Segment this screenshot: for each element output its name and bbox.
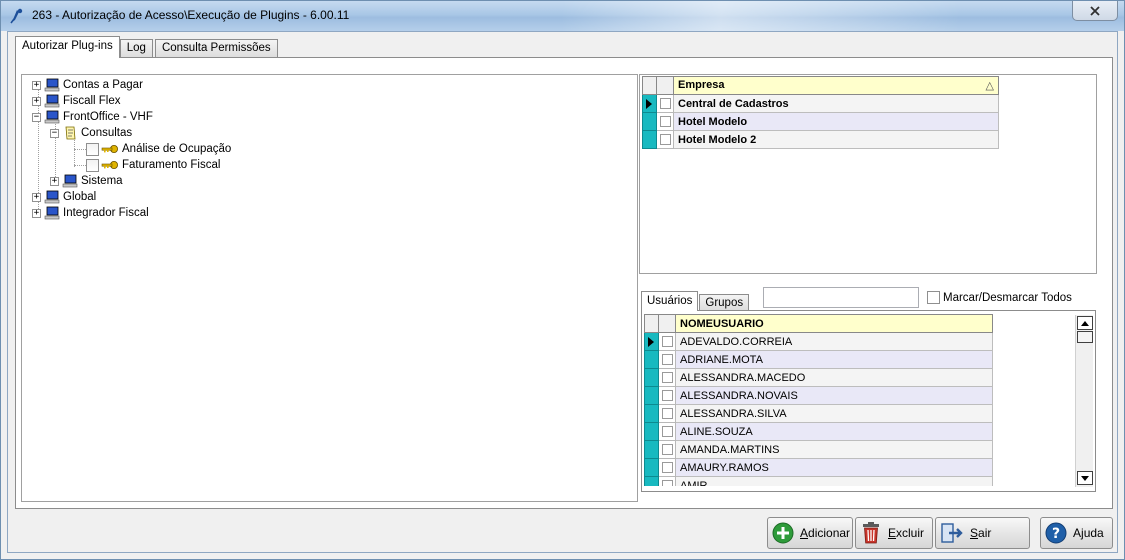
- table-row[interactable]: ADEVALDO.CORREIA: [644, 332, 993, 351]
- add-icon: [772, 522, 794, 544]
- table-row[interactable]: Hotel Modelo 2: [642, 130, 999, 149]
- exit-icon: [941, 523, 963, 543]
- tree-item-frontoffice-vhf[interactable]: − FrontOffice - VHF: [32, 109, 153, 125]
- row-checkbox[interactable]: [661, 462, 673, 474]
- row-checkbox[interactable]: [661, 354, 673, 366]
- key-icon: [101, 145, 118, 153]
- tree-item-integrador-fiscal[interactable]: + Integrador Fiscal: [32, 205, 149, 221]
- user-search-input[interactable]: [763, 287, 919, 308]
- row-checkbox[interactable]: [661, 480, 673, 486]
- users-grid-viewport[interactable]: NOMEUSUARIO ADEVALDO.CORREIA ADRIANE.MOT…: [644, 314, 1076, 486]
- app-window: 263 - Autorização de Acesso\Execução de …: [0, 0, 1125, 560]
- table-row[interactable]: AMAURY.RAMOS: [644, 458, 993, 477]
- row-checkbox[interactable]: [661, 372, 673, 384]
- computer-icon: [44, 206, 60, 220]
- table-row[interactable]: ALINE.SOUZA: [644, 422, 993, 441]
- plugin-checkbox[interactable]: [86, 158, 99, 172]
- table-row[interactable]: ALESSANDRA.MACEDO: [644, 368, 993, 387]
- adicionar-button[interactable]: Adicionar: [767, 517, 853, 549]
- mark-all-checkbox[interactable]: Marcar/Desmarcar Todos: [927, 291, 1072, 304]
- table-row[interactable]: ALESSANDRA.NOVAIS: [644, 386, 993, 405]
- row-checkbox[interactable]: [661, 390, 673, 402]
- tree-item-contas-a-pagar[interactable]: + Contas a Pagar: [32, 77, 143, 93]
- arrow-up-icon: [1081, 320, 1089, 326]
- table-row[interactable]: AMIR: [644, 476, 993, 486]
- row-checkbox[interactable]: [661, 336, 673, 348]
- scroll-up-button[interactable]: [1077, 316, 1093, 330]
- expand-icon[interactable]: +: [32, 208, 41, 218]
- collapse-icon[interactable]: −: [32, 112, 41, 122]
- table-row[interactable]: AMANDA.MARTINS: [644, 440, 993, 459]
- row-checkbox[interactable]: [661, 408, 673, 420]
- arrow-down-icon: [1081, 475, 1089, 481]
- expand-icon[interactable]: +: [50, 176, 59, 186]
- plugin-checkbox[interactable]: [86, 142, 99, 156]
- row-pointer-icon: [646, 99, 652, 109]
- column-header-nomeusuario[interactable]: NOMEUSUARIO: [675, 314, 993, 333]
- help-icon: ?: [1045, 522, 1067, 544]
- close-button[interactable]: [1072, 1, 1118, 21]
- computer-icon: [44, 110, 60, 124]
- expand-icon[interactable]: +: [32, 192, 41, 202]
- row-checkbox[interactable]: [659, 134, 671, 146]
- collapse-icon[interactable]: −: [50, 128, 59, 138]
- expand-icon[interactable]: +: [32, 80, 41, 90]
- expand-icon[interactable]: +: [32, 96, 41, 106]
- window-title: 263 - Autorização de Acesso\Execução de …: [32, 8, 350, 22]
- grid-header-row: Empresa △: [642, 76, 999, 95]
- tab-autorizar-plugins[interactable]: Autorizar Plug-ins: [15, 36, 120, 58]
- plugin-tree[interactable]: + Contas a Pagar + Fiscall Flex − FrontO…: [21, 74, 638, 502]
- key-icon: [101, 161, 118, 169]
- users-groups-tabs: Usuários Grupos: [641, 291, 750, 311]
- column-header-empresa[interactable]: Empresa △: [673, 76, 999, 95]
- table-row[interactable]: Hotel Modelo: [642, 112, 999, 131]
- empresa-grid: Empresa △ Central de Cadastros Hotel Mod…: [642, 76, 999, 149]
- row-checkbox[interactable]: [661, 426, 673, 438]
- scroll-down-button[interactable]: [1077, 471, 1093, 485]
- trash-icon: [863, 522, 879, 544]
- svg-text:?: ?: [1052, 526, 1060, 542]
- tab-usuarios[interactable]: Usuários: [641, 291, 699, 311]
- table-row[interactable]: ADRIANE.MOTA: [644, 350, 993, 369]
- grid-header-row: NOMEUSUARIO: [644, 314, 993, 333]
- row-checkbox[interactable]: [659, 98, 671, 110]
- table-row[interactable]: ALESSANDRA.SILVA: [644, 404, 993, 423]
- sort-icon: △: [985, 80, 994, 92]
- tree-item-consultas[interactable]: − Consultas: [50, 125, 132, 141]
- computer-icon: [44, 94, 60, 108]
- row-checkbox[interactable]: [659, 116, 671, 128]
- users-grid-scrollbar[interactable]: [1075, 315, 1093, 487]
- tree-item-analise-de-ocupacao[interactable]: Análise de Ocupação: [86, 141, 231, 157]
- users-grid: NOMEUSUARIO ADEVALDO.CORREIA ADRIANE.MOT…: [644, 314, 993, 486]
- tree-item-fiscall-flex[interactable]: + Fiscall Flex: [32, 93, 121, 109]
- tab-log[interactable]: Log: [119, 39, 153, 58]
- tree-item-global[interactable]: + Global: [32, 189, 96, 205]
- excluir-button[interactable]: Excluir: [855, 517, 933, 549]
- tab-consulta-permissoes[interactable]: Consulta Permissões: [154, 39, 278, 58]
- tab-grupos[interactable]: Grupos: [699, 294, 750, 311]
- app-icon: [10, 8, 23, 24]
- tree-item-faturamento-fiscal[interactable]: Faturamento Fiscal: [86, 157, 220, 173]
- computer-icon: [62, 174, 78, 188]
- tree-item-sistema[interactable]: + Sistema: [50, 173, 123, 189]
- title-bar[interactable]: 263 - Autorização de Acesso\Execução de …: [1, 1, 1124, 31]
- row-checkbox[interactable]: [661, 444, 673, 456]
- computer-icon: [44, 78, 60, 92]
- scroll-thumb[interactable]: [1077, 331, 1093, 343]
- row-pointer-icon: [648, 337, 654, 347]
- close-icon: [1090, 5, 1100, 16]
- table-row[interactable]: Central de Cadastros: [642, 94, 999, 113]
- main-tabs: Autorizar Plug-ins Log Consulta Permissõ…: [15, 36, 280, 58]
- sair-button[interactable]: Sair: [935, 517, 1030, 549]
- document-icon: [65, 126, 76, 140]
- ajuda-button[interactable]: ? Ajuda: [1040, 517, 1113, 549]
- checkbox-icon[interactable]: [927, 291, 940, 304]
- computer-icon: [44, 190, 60, 204]
